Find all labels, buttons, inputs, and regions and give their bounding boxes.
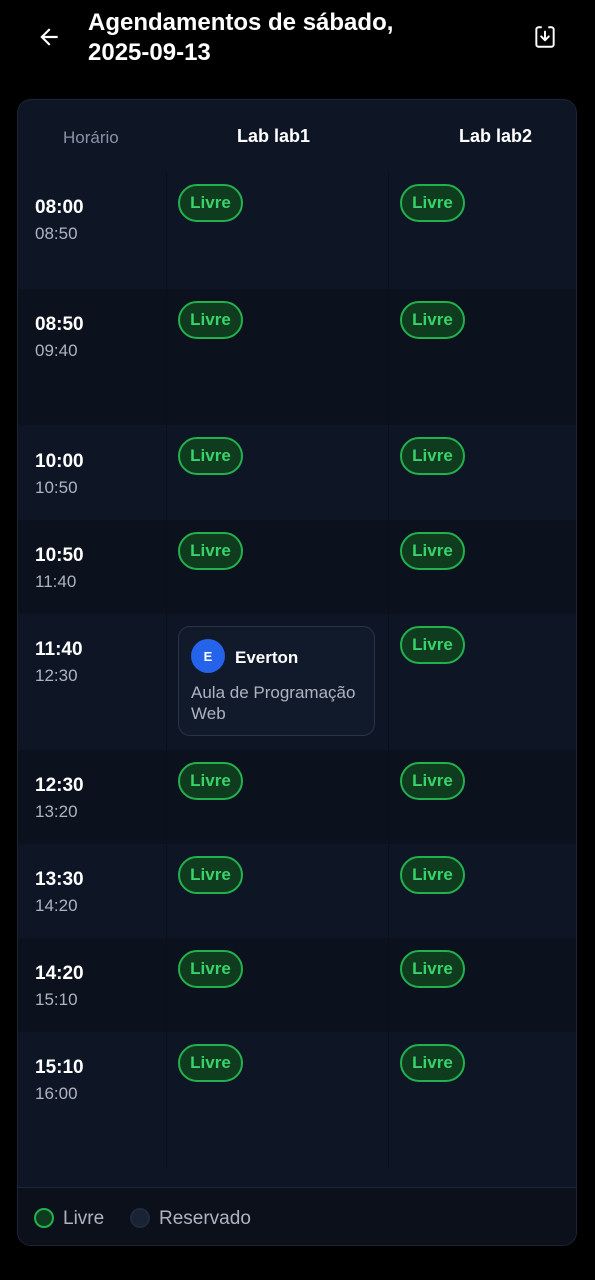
legend-label-free: Livre (63, 1208, 105, 1229)
column-header-lab1: Lab lab1 (237, 126, 311, 146)
free-slot-badge-lab1[interactable]: Livre (178, 762, 243, 800)
column-header-lab2: Lab lab2 (459, 126, 533, 146)
time-start: 15:10 (35, 1057, 84, 1078)
schedule-card: Horário Lab lab1 Lab lab2 08:00 08:50 Li… (17, 99, 577, 1246)
table-row: 12:30 13:20 Livre Livre (18, 750, 576, 844)
column-divider (166, 289, 167, 425)
column-divider (166, 172, 167, 289)
column-divider (166, 520, 167, 614)
booking-owner-name: Everton (235, 648, 299, 667)
time-start: 08:50 (35, 314, 84, 335)
free-slot-badge-lab1[interactable]: Livre (178, 301, 243, 339)
page-title-line1: Agendamentos de sábado, (88, 9, 394, 36)
table-row: 13:30 14:20 Livre Livre (18, 844, 576, 938)
column-divider (388, 425, 389, 520)
time-start: 13:30 (35, 869, 84, 890)
column-divider (166, 750, 167, 844)
table-row: 08:00 08:50 Livre Livre (18, 172, 576, 289)
free-slot-badge-lab2[interactable]: Livre (400, 301, 465, 339)
free-legend-dot-icon (34, 1208, 54, 1228)
legend-label-reserved: Reservado (159, 1208, 251, 1229)
column-divider (388, 520, 389, 614)
free-slot-badge-lab1[interactable]: Livre (178, 1044, 243, 1082)
time-end: 12:30 (35, 666, 78, 685)
page-title-line2: 2025-09-13 (88, 39, 211, 66)
column-divider (388, 289, 389, 425)
free-slot-badge-lab1[interactable]: Livre (178, 856, 243, 894)
column-divider (388, 614, 389, 750)
column-header-time: Horário (63, 128, 119, 147)
free-slot-badge-lab2[interactable]: Livre (400, 626, 465, 664)
free-slot-badge-lab1[interactable]: Livre (178, 532, 243, 570)
time-end: 10:50 (35, 478, 78, 497)
page-title: Agendamentos de sábado, 2025-09-13 (88, 8, 508, 68)
download-icon (535, 25, 555, 48)
time-start: 08:00 (35, 197, 84, 218)
arrow-left-icon (40, 28, 58, 46)
free-slot-badge-lab1[interactable]: Livre (178, 184, 243, 222)
free-slot-badge-lab2[interactable]: Livre (400, 437, 465, 475)
avatar: E (191, 639, 225, 673)
table-row: 15:10 16:00 Livre Livre (18, 1032, 576, 1169)
free-slot-badge-lab2[interactable]: Livre (400, 762, 465, 800)
column-divider (166, 614, 167, 750)
column-divider (166, 425, 167, 520)
free-slot-badge-lab2[interactable]: Livre (400, 184, 465, 222)
time-end: 11:40 (35, 572, 77, 591)
booking-description: Aula de Programação Web (191, 683, 356, 723)
time-start: 10:00 (35, 451, 84, 472)
column-divider (166, 938, 167, 1032)
time-end: 08:50 (35, 224, 78, 243)
download-button[interactable] (528, 20, 562, 54)
table-row: 08:50 09:40 Livre Livre (18, 289, 576, 425)
time-end: 16:00 (35, 1084, 78, 1103)
column-divider (388, 938, 389, 1032)
time-end: 09:40 (35, 341, 78, 360)
table-row: 14:20 15:10 Livre Livre (18, 938, 576, 1032)
time-start: 14:20 (35, 963, 84, 984)
column-divider (388, 750, 389, 844)
column-divider (388, 172, 389, 289)
column-divider (166, 844, 167, 938)
free-slot-badge-lab1[interactable]: Livre (178, 437, 243, 475)
table-row: 10:00 10:50 Livre Livre (18, 425, 576, 520)
free-slot-badge-lab2[interactable]: Livre (400, 856, 465, 894)
column-divider (388, 844, 389, 938)
app-bar: Agendamentos de sábado, 2025-09-13 (0, 0, 595, 90)
reserved-legend-dot-icon (130, 1208, 150, 1228)
back-button[interactable] (30, 20, 68, 54)
time-end: 15:10 (35, 990, 78, 1009)
time-end: 13:20 (35, 802, 78, 821)
time-start: 11:40 (35, 639, 83, 660)
free-slot-badge-lab2[interactable]: Livre (400, 532, 465, 570)
table-row: 10:50 11:40 Livre Livre (18, 520, 576, 614)
time-start: 10:50 (35, 545, 84, 566)
time-end: 14:20 (35, 896, 78, 915)
free-slot-badge-lab1[interactable]: Livre (178, 950, 243, 988)
legend: Livre Reservado (18, 1187, 576, 1245)
table-header: Horário Lab lab1 Lab lab2 (18, 100, 576, 172)
column-divider (166, 1032, 167, 1169)
free-slot-badge-lab2[interactable]: Livre (400, 950, 465, 988)
table-row: 11:40 12:30 E Everton Aula de Programaçã… (18, 614, 576, 750)
booking-card[interactable]: E Everton Aula de Programação Web (178, 626, 375, 736)
time-start: 12:30 (35, 775, 84, 796)
column-divider (388, 1032, 389, 1169)
free-slot-badge-lab2[interactable]: Livre (400, 1044, 465, 1082)
